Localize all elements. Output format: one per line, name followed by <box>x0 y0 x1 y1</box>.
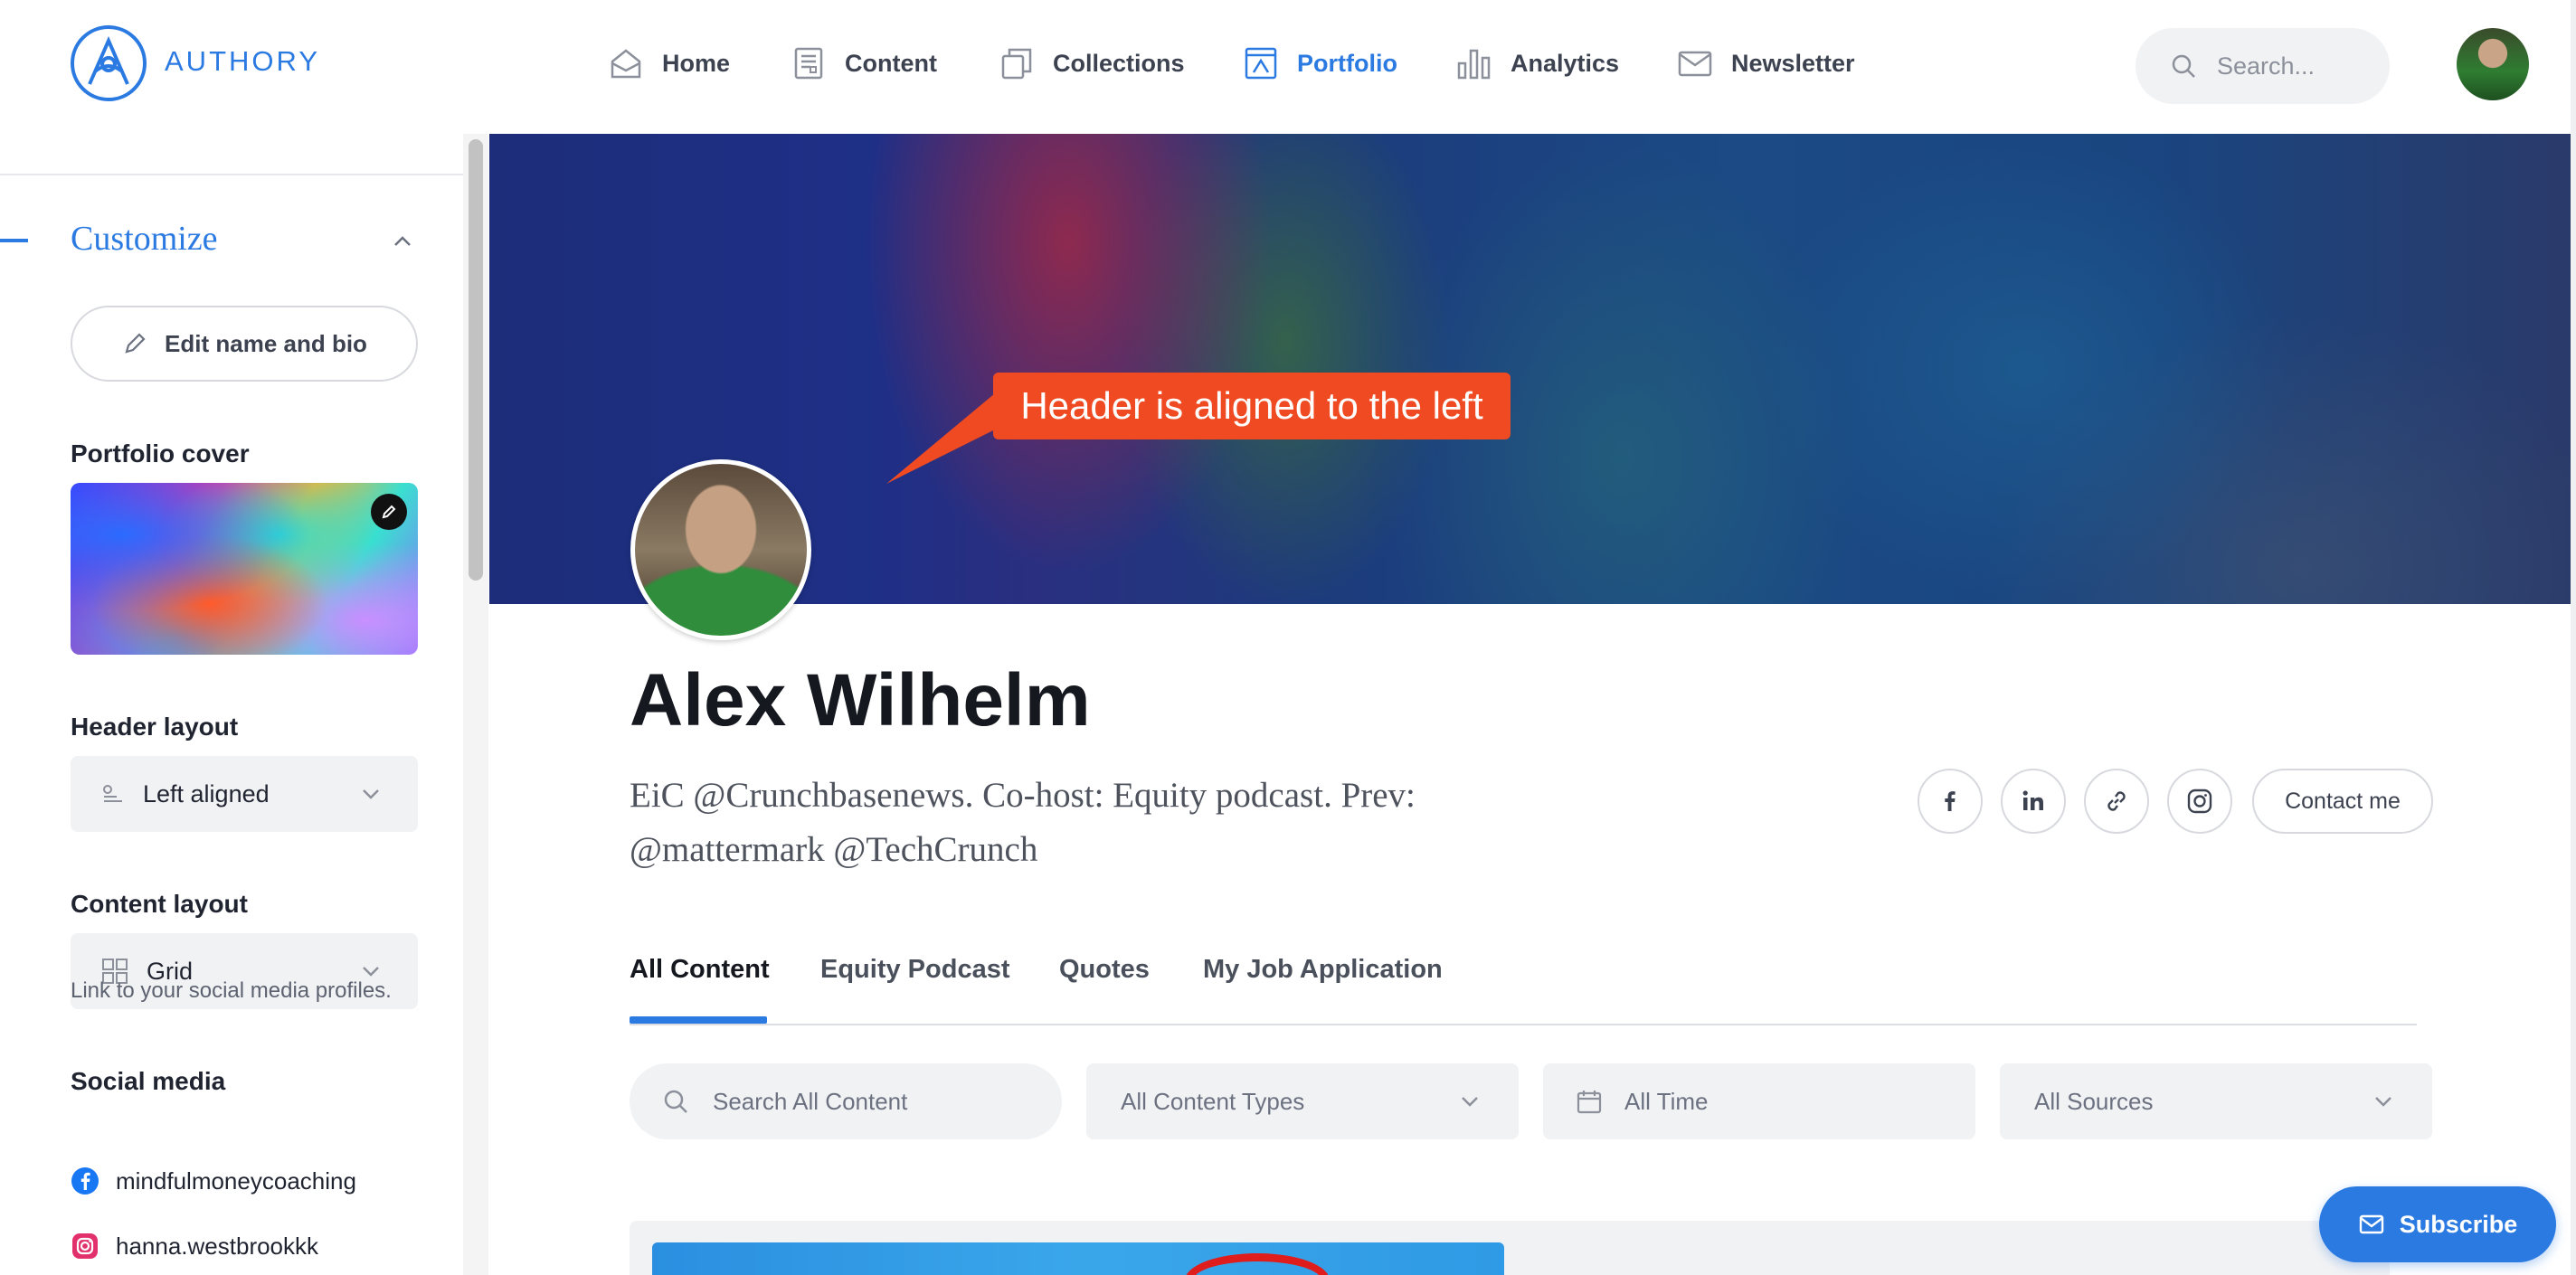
active-tab-indicator <box>630 1016 767 1024</box>
social-account-instagram[interactable]: hanna.westbrookkk <box>71 1232 318 1261</box>
chevron-up-icon[interactable] <box>389 228 416 255</box>
tab-equity-podcast[interactable]: Equity Podcast <box>820 955 1010 985</box>
facebook-icon <box>71 1167 99 1195</box>
tab-all-content[interactable]: All Content <box>630 955 770 985</box>
authory-logo-icon[interactable] <box>70 24 147 102</box>
contact-me-button[interactable]: Contact me <box>2252 769 2433 834</box>
section-indicator <box>0 239 28 242</box>
facebook-handle: mindfulmoneycoaching <box>116 1166 356 1195</box>
global-search-input[interactable]: Search... <box>2136 28 2390 104</box>
linkedin-icon <box>2022 790 2043 810</box>
chevron-down-icon <box>1462 1097 1478 1107</box>
analytics-icon <box>1457 49 1491 80</box>
sources-select[interactable]: All Sources <box>2000 1063 2432 1139</box>
pencil-icon <box>382 505 396 519</box>
calendar-icon <box>1577 1091 1602 1114</box>
nav-content[interactable]: Content <box>791 40 937 87</box>
profile-name: Alex Wilhelm <box>630 659 1091 741</box>
nav-analytics[interactable]: Analytics <box>1456 40 1619 87</box>
sidebar-scrollbar-thumb[interactable] <box>469 139 483 581</box>
window-scrollbar[interactable] <box>2571 0 2576 1275</box>
content-types-value: All Content Types <box>1121 1087 1305 1115</box>
search-icon <box>2172 54 2195 78</box>
tab-my-job-application[interactable]: My Job Application <box>1203 955 1443 985</box>
tab-quotes[interactable]: Quotes <box>1059 955 1150 985</box>
nav-collections-label: Collections <box>1053 49 1185 77</box>
profile-avatar <box>630 459 811 640</box>
content-search-input[interactable]: Search All Content <box>630 1063 1062 1139</box>
newsletter-icon <box>2359 1214 2383 1234</box>
callout-pointer <box>886 393 995 484</box>
header-layout-value: Left aligned <box>143 779 270 808</box>
nav-newsletter[interactable]: Newsletter <box>1677 40 1855 87</box>
top-navigation: AUTHORY Home Content Collections Portfol… <box>0 0 2576 134</box>
search-icon <box>664 1090 687 1113</box>
nav-portfolio[interactable]: Portfolio <box>1243 40 1397 87</box>
edit-name-bio-button[interactable]: Edit name and bio <box>71 306 418 382</box>
tabs-divider <box>630 1024 2417 1025</box>
chevron-down-icon <box>363 789 379 799</box>
portfolio-cover-thumbnail[interactable] <box>71 483 418 655</box>
content-types-select[interactable]: All Content Types <box>1086 1063 1519 1139</box>
customize-title[interactable]: Customize <box>71 219 218 259</box>
brand-name[interactable]: AUTHORY <box>165 45 320 78</box>
align-left-icon <box>103 785 122 802</box>
instagram-icon <box>72 1233 98 1259</box>
home-icon <box>611 49 641 79</box>
social-account-facebook[interactable]: mindfulmoneycoaching <box>71 1166 356 1195</box>
social-media-description: Link to your social media profiles. <box>71 978 392 1003</box>
edit-name-bio-label: Edit name and bio <box>165 329 367 357</box>
profile-bio: EiC @Crunchbasenews. Co-host: Equity pod… <box>630 776 1416 869</box>
nav-analytics-label: Analytics <box>1511 49 1620 77</box>
content-card-image[interactable] <box>652 1242 1504 1275</box>
user-avatar[interactable] <box>2457 28 2529 100</box>
profile-website-link[interactable] <box>2084 769 2149 834</box>
profile-instagram-link[interactable] <box>2167 769 2232 834</box>
link-icon <box>2107 791 2126 811</box>
profile-linkedin-link[interactable] <box>2001 769 2066 834</box>
nav-collections[interactable]: Collections <box>999 40 1185 87</box>
global-search-placeholder: Search... <box>2217 52 2316 80</box>
nav-home-label: Home <box>662 49 731 77</box>
content-layout-label: Content layout <box>71 890 248 918</box>
annotation-callout: Header is aligned to the left <box>993 373 1511 439</box>
header-layout-select[interactable]: Left aligned <box>71 756 418 832</box>
portfolio-icon <box>1245 47 1277 80</box>
instagram-handle: hanna.westbrookkk <box>116 1232 319 1260</box>
time-range-value: All Time <box>1624 1087 1709 1115</box>
chevron-down-icon <box>2375 1097 2391 1107</box>
instagram-icon <box>2187 789 2212 814</box>
pencil-icon <box>125 333 146 354</box>
profile-facebook-link[interactable] <box>1918 769 1983 834</box>
facebook-icon <box>1945 791 1956 811</box>
nav-content-label: Content <box>845 49 937 77</box>
panel-divider <box>0 174 463 175</box>
social-media-label: Social media <box>71 1067 226 1095</box>
subscribe-button[interactable]: Subscribe <box>2319 1186 2556 1262</box>
customize-sidebar: Customize Edit name and bio Portfolio co… <box>0 134 463 1275</box>
nav-newsletter-label: Newsletter <box>1731 49 1855 77</box>
content-icon <box>794 47 823 80</box>
header-layout-label: Header layout <box>71 713 239 741</box>
cover-edit-button[interactable] <box>371 494 407 530</box>
portfolio-cover-label: Portfolio cover <box>71 439 250 468</box>
content-search-placeholder: Search All Content <box>713 1087 908 1115</box>
newsletter-icon <box>1678 51 1712 77</box>
nav-portfolio-label: Portfolio <box>1297 49 1397 77</box>
nav-home[interactable]: Home <box>608 40 730 87</box>
time-range-select[interactable]: All Time <box>1543 1063 1975 1139</box>
sources-value: All Sources <box>2034 1087 2154 1115</box>
subscribe-label: Subscribe <box>2399 1210 2518 1238</box>
collections-icon <box>1001 48 1032 80</box>
